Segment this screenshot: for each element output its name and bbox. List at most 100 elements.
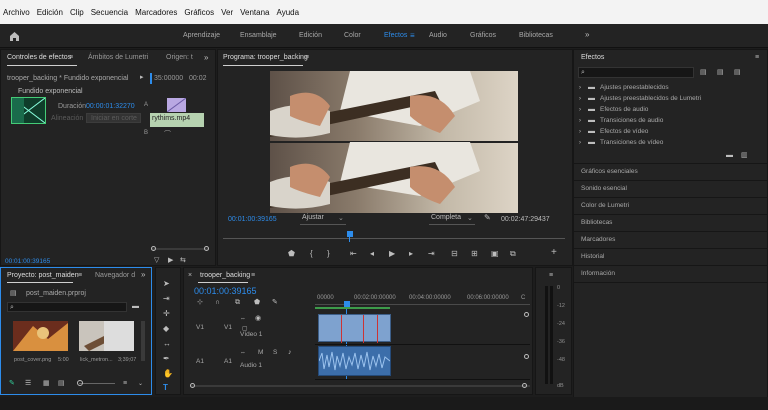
effects-folder-audio-effects[interactable]: Efectos de audio [600,106,648,113]
program-menu-icon[interactable]: ≡ [305,54,309,62]
menu-ver[interactable]: Ver [221,8,233,17]
extract-icon[interactable]: ⊞ [471,250,478,258]
close-sequence-icon[interactable]: × [188,272,192,280]
panel-menu-icon[interactable]: ≡ [69,54,73,62]
vertical-scroll-handle[interactable] [524,312,529,317]
add-button-icon[interactable]: + [551,248,557,258]
loop-icon[interactable]: ⇆ [180,257,186,265]
section-libraries[interactable]: Bibliotecas [581,219,612,226]
quality-dropdown[interactable]: Completa ⌄ [429,214,475,225]
lift-icon[interactable]: ⊟ [451,250,458,258]
zoom-slider-handle[interactable] [77,380,83,386]
zoom-dropdown[interactable]: Ajustar ⌄ [300,214,346,225]
icon-view-icon[interactable]: ▦ [43,380,50,388]
workspace-ensamblaje[interactable]: Ensamblaje [240,32,277,39]
effects-search-input[interactable]: ⌕ [578,67,694,78]
workspace-graficos[interactable]: Gráficos [470,32,496,39]
play-only-audio-icon[interactable]: ▶ [168,257,173,265]
duration-value[interactable]: 00:00:01:32270 [86,103,135,110]
effect-playhead[interactable] [150,73,152,84]
workspace-efectos[interactable]: Efectos [384,32,407,39]
selection-tool-icon[interactable]: ➤ [163,280,170,288]
menu-secuencia[interactable]: Secuencia [91,8,128,17]
comparison-view-icon[interactable]: ⧉ [510,250,516,258]
expand-icon[interactable]: › [579,139,581,147]
snap-icon[interactable]: ∩ [215,299,220,307]
sync-lock-icon[interactable]: ⇔ [240,349,246,357]
scroll-handle-left[interactable] [151,246,156,251]
mute-button[interactable]: M [258,349,263,356]
expand-icon[interactable]: › [579,117,581,125]
freeform-view-icon[interactable]: ▤ [58,380,65,388]
home-icon[interactable] [9,31,20,41]
tab-effect-controls[interactable]: Controles de efectos [7,54,71,61]
section-essential-sound[interactable]: Sonido esencial [581,185,627,192]
track-target-a1[interactable]: A1 [224,358,232,365]
video-clip[interactable] [318,314,391,343]
expand-icon[interactable]: › [579,128,581,136]
mark-out-icon[interactable]: } [327,250,330,258]
effects-folder-video-transitions[interactable]: Transiciones de vídeo [600,139,663,146]
project-menu-icon[interactable]: ≡ [78,272,82,280]
delete-icon[interactable]: ▥ [741,152,748,160]
solo-button[interactable]: S [273,349,277,356]
menu-graficos[interactable]: Gráficos [184,8,214,17]
transition-center-icon[interactable]: ⌒ [164,129,171,139]
project-scrollbar[interactable] [141,321,145,361]
menu-edicion[interactable]: Edición [37,8,63,17]
eye-icon[interactable]: ◉ [255,315,261,323]
nest-icon[interactable]: ⊹ [197,299,203,307]
audio-clip[interactable] [318,346,391,376]
effect-controls-timecode[interactable]: 00:01:00:39165 [5,258,50,265]
accelerated-effects-icon[interactable]: ▤ [700,69,707,77]
clip-block[interactable]: rythims.mp4 [150,113,204,127]
section-info[interactable]: Información [581,270,615,277]
video-frame[interactable] [270,71,518,213]
slip-tool-icon[interactable]: ↔ [163,340,171,348]
effects-folder-presets[interactable]: Ajustes preestablecidos [600,84,669,91]
track-source-a1[interactable]: A1 [196,358,204,365]
32bit-effects-icon[interactable]: ▤ [717,69,724,77]
scrubber-playhead[interactable] [347,231,353,237]
thumbnail-lick-metronome[interactable] [79,321,134,351]
timeline-timecode[interactable]: 00:01:00:39165 [194,286,257,296]
menu-marcadores[interactable]: Marcadores [135,8,177,17]
timeline-settings-icon[interactable]: ✎ [272,299,278,307]
effect-scrollbar[interactable] [151,248,209,250]
zoom-slider[interactable] [79,383,115,384]
more-tabs-icon[interactable]: » [141,271,145,279]
list-view-icon[interactable]: ☰ [25,380,31,388]
sort-icon[interactable]: ≡ [123,380,127,388]
more-tabs-icon[interactable]: » [204,54,208,62]
new-folder-icon[interactable]: ▬ [726,152,733,160]
add-marker-icon[interactable]: ⬟ [254,299,260,307]
sync-lock-icon[interactable]: ⇔ [240,315,246,323]
go-to-in-icon[interactable]: ⇤ [350,250,357,258]
menu-archivo[interactable]: Archivo [3,8,30,17]
alignment-dropdown[interactable]: Iniciar en corte [86,113,141,123]
vertical-scroll-handle[interactable] [524,354,529,359]
mark-in-icon[interactable]: { [310,250,313,258]
workspace-aprendizaje[interactable]: Aprendizaje [183,32,220,39]
menu-ayuda[interactable]: Ayuda [277,8,300,17]
step-back-icon[interactable]: ◂ [370,250,374,258]
expand-icon[interactable]: › [579,106,581,114]
project-search-input[interactable]: ⌕ [7,302,127,312]
expand-arrow-icon[interactable]: ▸ [140,74,144,82]
workspace-audio[interactable]: Audio [429,32,447,39]
pen-tool-icon[interactable]: ✒ [163,355,170,363]
workspace-menu-icon[interactable]: ≡ [410,32,415,40]
program-timecode[interactable]: 00:01:00:39165 [228,216,277,223]
sort-chevron-icon[interactable]: ⌄ [138,380,143,388]
effects-folder-lumetri-presets[interactable]: Ajustes preestablecidos de Lumetri [600,95,701,102]
ripple-edit-tool-icon[interactable]: ✛ [163,310,170,318]
section-history[interactable]: Historial [581,253,604,260]
tab-media-browser[interactable]: Navegador d [95,272,135,279]
tab-lumetri-scopes[interactable]: Ámbitos de Lumetri [88,54,148,61]
yuv-effects-icon[interactable]: ▤ [734,69,741,77]
workspace-color[interactable]: Color [344,32,361,39]
type-tool-icon[interactable]: T [163,384,168,392]
new-bin-icon[interactable]: ▬ [132,303,139,311]
filter-icon[interactable]: ▽ [154,257,159,265]
menu-ventana[interactable]: Ventana [240,8,269,17]
